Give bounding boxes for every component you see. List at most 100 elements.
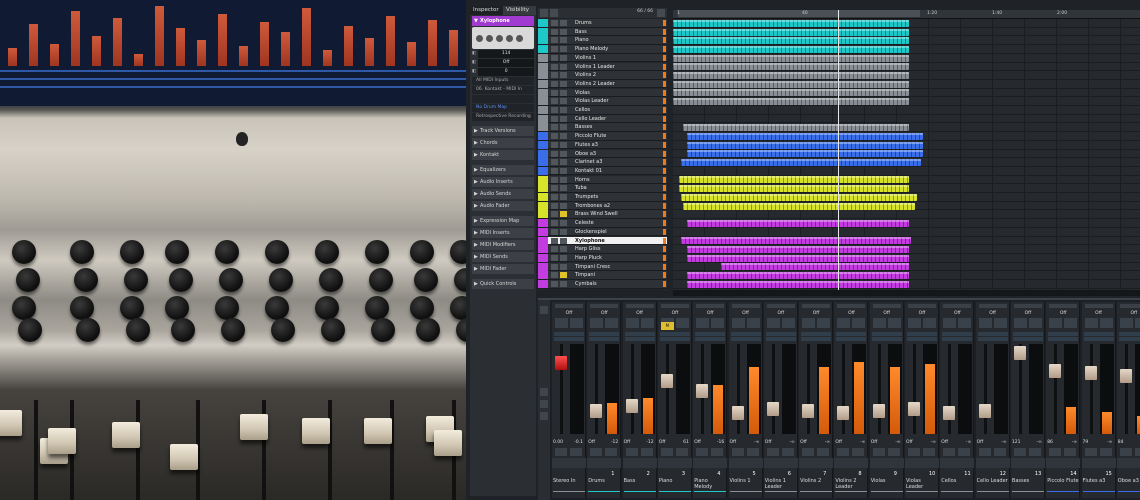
channel-fader[interactable] (978, 404, 991, 418)
track-controls[interactable] (472, 27, 534, 49)
strip-header[interactable] (555, 304, 583, 308)
mute-button[interactable] (551, 28, 558, 35)
strip-header[interactable] (1119, 304, 1140, 308)
insert-slot[interactable] (977, 332, 1008, 336)
record-enable-button[interactable] (663, 107, 666, 113)
record-enable-button[interactable] (663, 228, 666, 235)
channel-fader[interactable] (908, 402, 920, 416)
mute-button[interactable] (551, 272, 558, 279)
channel-fader[interactable] (872, 404, 885, 418)
mute-toggle[interactable] (555, 448, 567, 456)
solo-button[interactable] (560, 150, 567, 157)
solo-toggle[interactable] (1064, 448, 1077, 456)
inspector-section[interactable]: ▶ MIDI Fader (472, 264, 534, 274)
record-enable-button[interactable] (663, 150, 666, 157)
fader-track[interactable] (842, 344, 846, 434)
write-button[interactable] (1064, 318, 1078, 328)
track-row[interactable]: Trombones a2 (538, 201, 667, 211)
track-row[interactable]: Piano Melody (538, 45, 667, 54)
write-button[interactable] (1028, 318, 1042, 328)
insert-slot[interactable] (1048, 337, 1079, 341)
channel-fader[interactable] (625, 399, 638, 413)
track-row[interactable]: Oboe a3 (538, 149, 667, 159)
record-enable-button[interactable] (663, 72, 666, 79)
monitor-active-button[interactable]: M (660, 322, 674, 330)
midi-part[interactable] (673, 63, 909, 71)
fader-track[interactable] (595, 344, 599, 434)
track-row[interactable]: Violins 1 Leader (538, 62, 667, 72)
record-enable-button[interactable] (663, 133, 666, 140)
automation-mode-label[interactable]: Off (729, 311, 763, 316)
solo-toggle[interactable] (1028, 448, 1041, 456)
record-enable-button[interactable] (663, 159, 666, 166)
routing-row[interactable] (622, 458, 657, 468)
midi-part[interactable] (681, 193, 917, 201)
track-row[interactable]: Harp Gliss (538, 245, 667, 254)
midi-output-field[interactable]: 06. Kontakt - MIDI In (472, 86, 534, 94)
record-enable-button[interactable] (663, 115, 666, 122)
read-button[interactable] (590, 318, 604, 328)
volume-readout[interactable]: Off (906, 440, 913, 445)
channel-fader[interactable] (660, 374, 673, 388)
solo-button[interactable] (560, 72, 567, 79)
automation-mode-label[interactable]: Off (1117, 311, 1140, 316)
midi-part[interactable] (683, 202, 915, 210)
insert-slot[interactable] (730, 332, 761, 336)
fader-track[interactable] (630, 344, 634, 434)
solo-button[interactable] (560, 20, 567, 26)
channel-fader[interactable] (590, 404, 603, 418)
solo-button[interactable] (560, 220, 567, 227)
midi-input-field[interactable]: All MIDI Inputs (472, 77, 534, 85)
volume-readout[interactable]: Off (765, 440, 772, 445)
insert-slot[interactable] (1118, 337, 1140, 341)
insert-slot[interactable] (589, 337, 620, 341)
read-button[interactable] (555, 318, 568, 328)
track-row[interactable]: Drums (538, 19, 667, 28)
midi-part[interactable] (673, 80, 909, 88)
mute-button[interactable] (551, 37, 558, 44)
midi-part[interactable] (687, 132, 923, 140)
insert-slot[interactable] (801, 337, 832, 341)
midi-part[interactable] (679, 185, 909, 193)
routing-row[interactable] (728, 458, 763, 468)
record-enable-button[interactable] (663, 263, 666, 270)
solo-button[interactable] (560, 115, 567, 122)
mute-button[interactable] (551, 141, 558, 148)
mute-toggle[interactable] (943, 448, 956, 456)
insert-slot[interactable] (1118, 332, 1140, 336)
solo-button[interactable] (560, 176, 567, 183)
mute-toggle[interactable] (1013, 448, 1026, 456)
insert-slot[interactable] (907, 332, 937, 336)
mute-button[interactable] (551, 133, 558, 140)
retrospective-record-field[interactable]: Retrospective Recording (472, 113, 534, 121)
insert-slot[interactable] (1083, 332, 1114, 336)
mute-button[interactable] (551, 211, 558, 218)
volume-readout[interactable]: Off (977, 440, 984, 445)
routing-row[interactable] (940, 458, 975, 468)
routing-row[interactable] (1010, 458, 1045, 468)
inspector-section[interactable]: ▶ Quick Controls (472, 279, 534, 289)
midi-part[interactable] (681, 237, 911, 245)
midi-part[interactable] (687, 272, 909, 280)
solo-button[interactable] (560, 263, 567, 270)
mute-button[interactable] (551, 150, 558, 157)
insert-slot[interactable] (801, 332, 832, 336)
track-row[interactable]: Clarinet a3 (538, 158, 667, 167)
search-icon[interactable] (657, 9, 665, 17)
midi-part[interactable] (673, 28, 909, 36)
routing-row[interactable] (1081, 458, 1116, 468)
mute-button[interactable] (551, 54, 558, 61)
track-row[interactable]: Brass Wind Swell (538, 210, 667, 219)
mute-toggle[interactable] (766, 448, 779, 456)
automation-mode-label[interactable]: Off (870, 311, 904, 316)
solo-button[interactable] (560, 272, 567, 279)
fader-track[interactable] (877, 344, 881, 434)
solo-button[interactable] (560, 63, 567, 70)
insert-slot[interactable] (554, 337, 584, 341)
volume-readout[interactable]: Off (941, 440, 948, 445)
midi-part[interactable] (673, 54, 909, 62)
write-button[interactable] (605, 318, 619, 328)
midi-part[interactable] (721, 263, 909, 271)
volume-readout[interactable]: 0.00 (553, 440, 563, 445)
record-enable-button[interactable] (663, 141, 666, 148)
